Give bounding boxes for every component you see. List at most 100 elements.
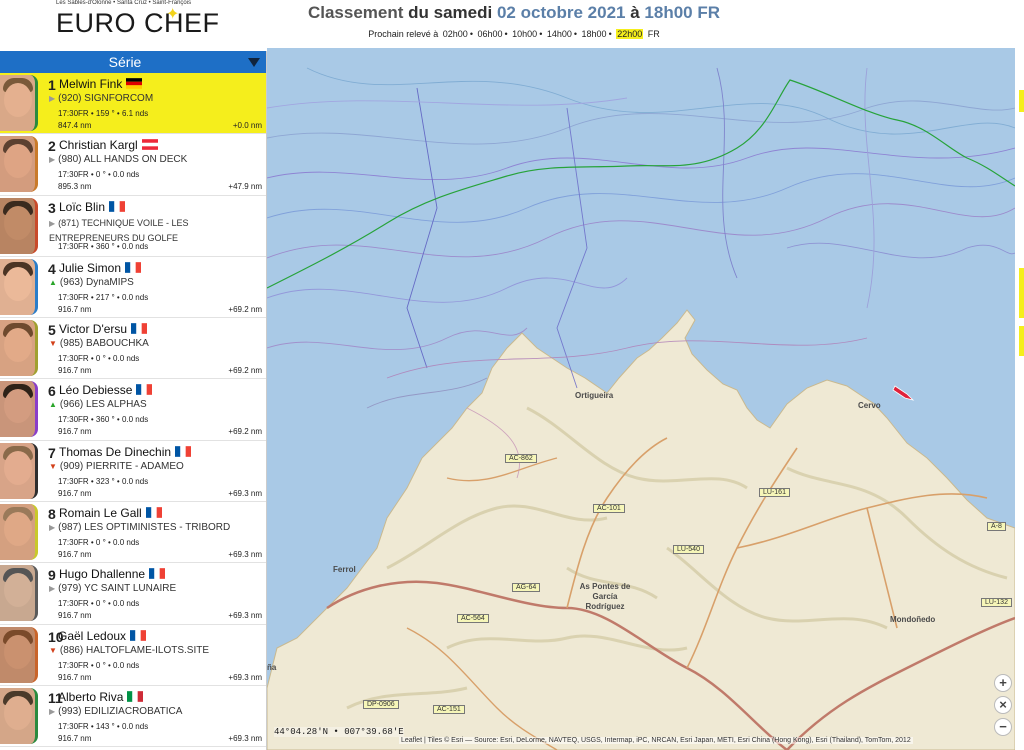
skipper-name-text: Melwin Fink bbox=[59, 77, 123, 91]
skipper-name-text: Christian Kargl bbox=[59, 138, 138, 153]
boat-name: ▶ (920) SIGNFORCOM bbox=[49, 93, 153, 104]
zoom-out-button[interactable]: − bbox=[994, 718, 1012, 736]
skipper-avatar[interactable] bbox=[0, 504, 38, 561]
gap-to-leader: +69.2 nm bbox=[228, 366, 262, 376]
skipper-name[interactable]: Victor D'ersu bbox=[59, 322, 148, 336]
flag-france-icon bbox=[125, 262, 142, 273]
skipper-name[interactable]: Hugo Dhallenne bbox=[59, 567, 166, 581]
skipper-name[interactable]: Alberto Riva bbox=[58, 689, 144, 704]
ranking-row[interactable]: 11 Alberto Riva ▶ (993) EDILIZIACROBATICA 17… bbox=[0, 685, 266, 748]
boat-name: ▶ (871) TECHNIQUE VOILE - LES ENTREPRENEU… bbox=[49, 216, 259, 245]
title-date: 02 octobre 2021 bbox=[496, 3, 626, 22]
gap-to-leader: +47.9 nm bbox=[228, 182, 262, 192]
ranking-row[interactable]: 8 Romain Le Gall ▶ (987) LES OPTIMINISTES -… bbox=[0, 502, 266, 564]
next-slot-current[interactable]: 22h00 bbox=[616, 29, 644, 39]
skipper-name[interactable]: Gaël Ledoux bbox=[58, 629, 147, 643]
flag-france-icon bbox=[109, 200, 126, 212]
ranking-row[interactable]: 10 Gaël Ledoux ▼ (886) HALTOFLAME-ILOTS.SIT… bbox=[0, 624, 266, 686]
chevron-down-icon[interactable] bbox=[248, 58, 260, 67]
position-stats: 17:30FR • 0 ° • 0.0 nds bbox=[58, 660, 140, 670]
next-slot[interactable]: 14h00 bbox=[547, 29, 572, 39]
position-stats: 17:30FR • 360 ° • 0.0 nds bbox=[58, 241, 149, 251]
title-a: à bbox=[630, 3, 640, 22]
trend-flat-icon: ▶ bbox=[49, 584, 56, 594]
boat-name-text: (987) LES OPTIMINISTES - TRIBORD bbox=[58, 522, 231, 534]
zoom-in-button[interactable]: + bbox=[994, 674, 1012, 692]
trend-flat-icon: ▶ bbox=[49, 706, 56, 716]
skipper-name[interactable]: Loïc Blin bbox=[59, 200, 126, 214]
ranking-row[interactable]: 7 Thomas De Dinechin ▼ (909) PIERRITE - ADA… bbox=[0, 440, 266, 503]
skipper-name[interactable]: Melwin Fink bbox=[59, 77, 143, 91]
flag-austria-icon bbox=[141, 139, 158, 151]
rank-number: 4 bbox=[48, 260, 56, 277]
skipper-name[interactable]: Julie Simon bbox=[59, 261, 142, 275]
reset-view-button[interactable]: × bbox=[994, 696, 1012, 714]
map-canvas bbox=[267, 48, 1015, 750]
boat-name-text: (966) LES ALPHAS bbox=[59, 399, 147, 411]
place-label: As Pontes de García Rodríguez bbox=[579, 582, 631, 611]
ranking-row[interactable]: 2 Christian Kargl ▶ (980) ALL HANDS ON DECK… bbox=[0, 134, 266, 196]
next-suffix: FR bbox=[647, 29, 660, 39]
map-attribution[interactable]: Leaflet | Tiles © Esri — Source: Esri, D… bbox=[399, 737, 913, 744]
next-slot[interactable]: 06h00 bbox=[477, 29, 502, 39]
skipper-avatar[interactable] bbox=[0, 442, 38, 499]
boat-name: ▶ (980) ALL HANDS ON DECK bbox=[49, 154, 187, 165]
road-label: LU-132 bbox=[981, 598, 1012, 607]
skipper-avatar[interactable] bbox=[0, 320, 38, 377]
place-label: Cervo bbox=[858, 401, 881, 410]
skipper-avatar[interactable] bbox=[0, 197, 38, 254]
skipper-name[interactable]: Christian Kargl bbox=[59, 138, 158, 152]
position-stats: 17:30FR • 0 ° • 0.0 nds bbox=[58, 354, 140, 364]
road-label: AC-862 bbox=[505, 454, 537, 463]
trend-up-icon: ▲ bbox=[49, 277, 57, 287]
boat-name: ▼ (886) HALTOFLAME-ILOTS.SITE bbox=[49, 645, 209, 656]
skipper-avatar[interactable] bbox=[0, 626, 38, 683]
skipper-avatar[interactable] bbox=[0, 75, 38, 131]
skipper-name[interactable]: Thomas De Dinechin bbox=[59, 445, 192, 459]
title-prefix: Classement bbox=[307, 3, 404, 22]
trend-flat-icon: ▶ bbox=[49, 523, 56, 533]
next-slot[interactable]: 02h00 bbox=[443, 29, 468, 39]
ranking-row[interactable]: 3 Loïc Blin ▶ (871) TECHNIQUE VOILE - LES E… bbox=[0, 195, 266, 257]
skipper-name-text: Alberto Riva bbox=[58, 689, 124, 704]
skipper-name[interactable]: Léo Debiesse bbox=[59, 383, 153, 397]
app-window: Les Sables-d'Olonne • Santa Cruz • Saint… bbox=[0, 0, 1024, 750]
title-mid: du samedi bbox=[408, 3, 493, 22]
distance-to-finish: 916.7 nm bbox=[58, 733, 92, 743]
gap-to-leader: +0.0 nm bbox=[232, 121, 262, 130]
skipper-name-text: Romain Le Gall bbox=[59, 506, 142, 521]
boat-name-text: (979) YC SAINT LUNAIRE bbox=[58, 583, 177, 595]
road-label: AC-101 bbox=[593, 504, 625, 513]
race-map[interactable]: Ortigueira Cervo As Pontes de García Rod… bbox=[267, 48, 1015, 750]
rank-number: 9 bbox=[48, 567, 56, 584]
trend-flat-icon: ▶ bbox=[49, 155, 56, 165]
boat-name-text: (985) BABOUCHKA bbox=[59, 338, 149, 350]
page-title: Classement du samedi 02 octobre 2021 à 1… bbox=[0, 3, 1024, 23]
panel-highlight bbox=[1019, 326, 1024, 356]
ranking-row[interactable]: 5 Victor D'ersu ▼ (985) BABOUCHKA 17:30FR • … bbox=[0, 318, 266, 380]
ranking-row[interactable]: 1 Melwin Fink ▶ (920) SIGNFORCOM 17:30FR • 1… bbox=[0, 73, 266, 135]
ranking-row[interactable]: 4 Julie Simon ▲ (963) DynaMIPS 17:30FR • 217… bbox=[0, 256, 266, 319]
ranking-list: 1 Melwin Fink ▶ (920) SIGNFORCOM 17:30FR • 1… bbox=[0, 73, 266, 748]
ranking-row[interactable]: 6 Léo Debiesse ▲ (966) LES ALPHAS 17:30FR • … bbox=[0, 379, 266, 441]
skipper-name[interactable]: Romain Le Gall bbox=[59, 506, 162, 520]
next-slot[interactable]: 10h00 bbox=[512, 29, 537, 39]
ranking-row[interactable]: 9 Hugo Dhallenne ▶ (979) YC SAINT LUNAIRE 17… bbox=[0, 563, 266, 625]
road-label: AC-564 bbox=[457, 614, 489, 623]
skipper-avatar[interactable] bbox=[0, 136, 38, 193]
skipper-avatar[interactable] bbox=[0, 381, 38, 438]
place-label: Ferrol bbox=[333, 565, 356, 574]
skipper-avatar[interactable] bbox=[0, 687, 38, 744]
boat-name-text: (909) PIERRITE - ADAMEO bbox=[59, 460, 184, 472]
skipper-avatar[interactable] bbox=[0, 565, 38, 622]
boat-name-text: (963) DynaMIPS bbox=[59, 276, 134, 288]
flag-italy-icon bbox=[127, 691, 144, 702]
next-slot[interactable]: 18h00 bbox=[582, 29, 607, 39]
distance-to-finish: 916.7 nm bbox=[58, 611, 92, 621]
serie-select[interactable]: Série bbox=[0, 51, 266, 73]
road-label: A-8 bbox=[987, 522, 1006, 531]
skipper-avatar[interactable] bbox=[0, 258, 38, 315]
panel-highlight bbox=[1019, 268, 1024, 318]
flag-france-icon bbox=[130, 629, 147, 641]
road-label: DP-0906 bbox=[363, 700, 399, 709]
